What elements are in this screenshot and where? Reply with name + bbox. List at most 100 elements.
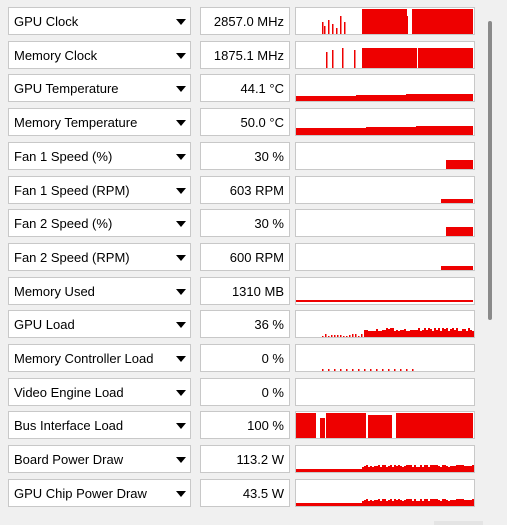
sensor-name-dropdown[interactable]: Fan 2 Speed (RPM) — [8, 242, 191, 271]
dropdown-arrow-icon[interactable] — [176, 254, 186, 261]
sensor-value-text: 600 RPM — [229, 249, 284, 265]
sensor-value: 600 RPM — [200, 242, 290, 271]
sensor-history-graph — [296, 413, 473, 439]
sensor-history-graph — [296, 498, 474, 506]
sensor-history-graph — [441, 265, 473, 270]
sensor-history-graph — [446, 227, 473, 237]
dropdown-arrow-icon[interactable] — [176, 52, 186, 59]
sensor-row: Video Engine Load 0 % — [0, 376, 480, 410]
sensor-row: Memory Used 1310 MB — [0, 275, 480, 309]
sensor-name-dropdown[interactable]: Fan 2 Speed (%) — [8, 209, 191, 238]
vertical-scrollbar[interactable] — [484, 0, 507, 525]
sensor-history-graph — [296, 126, 473, 136]
sensor-graph — [295, 209, 475, 238]
sensor-value: 0 % — [200, 344, 290, 372]
dropdown-arrow-icon[interactable] — [176, 187, 186, 194]
sensor-value-text: 36 % — [254, 317, 284, 333]
sensor-name-dropdown[interactable]: GPU Clock — [8, 7, 191, 35]
sensor-history-graph — [322, 369, 414, 371]
sensor-value-text: 43.5 W — [242, 485, 284, 501]
sensor-name-label: Fan 2 Speed (RPM) — [14, 249, 130, 265]
dropdown-arrow-icon[interactable] — [176, 423, 186, 430]
sensor-history-graph — [446, 159, 473, 169]
sensor-name-dropdown[interactable]: Memory Clock — [8, 40, 191, 69]
sensor-graph — [295, 242, 475, 271]
sensor-name-dropdown[interactable]: Memory Temperature — [8, 108, 191, 137]
sensor-name-label: Fan 1 Speed (%) — [14, 148, 113, 164]
sensor-name-dropdown[interactable]: Memory Controller Load — [8, 344, 191, 372]
sensor-row: Memory Clock 1875.1 MHz — [0, 39, 480, 73]
dropdown-arrow-icon[interactable] — [176, 288, 186, 295]
sensor-row: Fan 1 Speed (RPM) 603 RPM — [0, 174, 480, 208]
dropdown-arrow-icon[interactable] — [176, 356, 186, 362]
sensor-value: 0 % — [200, 377, 290, 406]
dropdown-arrow-icon[interactable] — [176, 457, 186, 464]
dropdown-arrow-icon[interactable] — [176, 120, 186, 127]
sensor-graph — [295, 74, 475, 103]
sensor-value-text: 50.0 °C — [240, 115, 284, 131]
sensor-value: 113.2 W — [200, 445, 290, 474]
sensor-value-text: 100 % — [247, 418, 284, 434]
sensor-value-text: 44.1 °C — [240, 81, 284, 97]
sensor-row: Fan 2 Speed (RPM) 600 RPM — [0, 241, 480, 275]
sensor-name-label: Bus Interface Load — [14, 418, 124, 434]
sensor-value: 50.0 °C — [200, 108, 290, 137]
sensor-graph — [295, 377, 475, 406]
sensor-graph — [295, 411, 475, 440]
dropdown-arrow-icon[interactable] — [176, 19, 186, 25]
sensor-row: Memory Controller Load 0 % — [0, 342, 480, 376]
sensor-name-label: Memory Temperature — [14, 115, 138, 131]
sensor-value-text: 0 % — [261, 351, 284, 366]
dropdown-arrow-icon[interactable] — [176, 490, 186, 497]
dropdown-arrow-icon[interactable] — [176, 153, 186, 160]
sensor-row: Memory Temperature 50.0 °C — [0, 106, 480, 140]
sensor-graph — [295, 108, 475, 137]
sensor-name-dropdown[interactable]: GPU Temperature — [8, 74, 191, 103]
sensor-history-graph — [326, 47, 473, 68]
sensor-value-text: 30 % — [254, 216, 284, 232]
sensor-row: GPU Load 36 % — [0, 308, 480, 342]
sensor-graph — [295, 141, 475, 170]
sensor-history-graph — [322, 328, 474, 338]
dropdown-arrow-icon[interactable] — [176, 221, 186, 228]
sensor-name-label: Video Engine Load — [14, 384, 124, 400]
sensor-row: Fan 2 Speed (%) 30 % — [0, 207, 480, 241]
sensor-value: 603 RPM — [200, 175, 290, 204]
sensor-history-graph — [296, 94, 473, 102]
horizontal-scroll-track — [434, 521, 483, 525]
sensor-graph — [295, 344, 475, 372]
dropdown-arrow-icon[interactable] — [176, 389, 186, 396]
sensor-name-label: Fan 2 Speed (%) — [14, 216, 113, 232]
scrollbar-thumb[interactable] — [488, 21, 492, 320]
sensor-value-text: 0 % — [261, 384, 284, 400]
sensor-name-dropdown[interactable]: Video Engine Load — [8, 377, 191, 406]
sensor-value: 44.1 °C — [200, 74, 290, 103]
sensor-graph — [295, 40, 475, 69]
sensor-name-dropdown[interactable]: Fan 1 Speed (%) — [8, 141, 191, 170]
sensor-value-text: 1310 MB — [231, 283, 284, 299]
sensor-name-label: Memory Clock — [14, 47, 98, 63]
sensor-row: GPU Clock 2857.0 MHz — [0, 5, 480, 39]
dropdown-arrow-icon[interactable] — [176, 322, 186, 329]
sensor-value: 30 % — [200, 141, 290, 170]
sensor-name-dropdown[interactable]: Board Power Draw — [8, 445, 191, 474]
sensor-value: 1875.1 MHz — [200, 40, 290, 69]
dropdown-arrow-icon[interactable] — [176, 86, 186, 93]
sensor-value-text: 30 % — [254, 148, 284, 164]
sensor-row: GPU Chip Power Draw 43.5 W — [0, 477, 480, 511]
sensor-row: Board Power Draw 113.2 W — [0, 443, 480, 477]
sensor-value: 43.5 W — [200, 478, 290, 507]
sensor-name-dropdown[interactable]: Fan 1 Speed (RPM) — [8, 175, 191, 204]
sensor-value-text: 2857.0 MHz — [213, 14, 284, 29]
sensor-value-text: 603 RPM — [229, 182, 284, 198]
sensor-value-text: 1875.1 MHz — [213, 47, 284, 63]
sensor-name-label: Memory Controller Load — [14, 351, 154, 366]
sensor-name-dropdown[interactable]: Memory Used — [8, 276, 191, 305]
sensor-history-graph — [296, 379, 474, 405]
sensor-name-dropdown[interactable]: Bus Interface Load — [8, 411, 191, 440]
sensor-graph — [295, 478, 475, 507]
sensor-name-dropdown[interactable]: GPU Load — [8, 310, 191, 339]
sensor-name-label: Memory Used — [14, 283, 95, 299]
sensor-name-label: GPU Clock — [14, 14, 79, 29]
sensor-name-dropdown[interactable]: GPU Chip Power Draw — [8, 478, 191, 507]
